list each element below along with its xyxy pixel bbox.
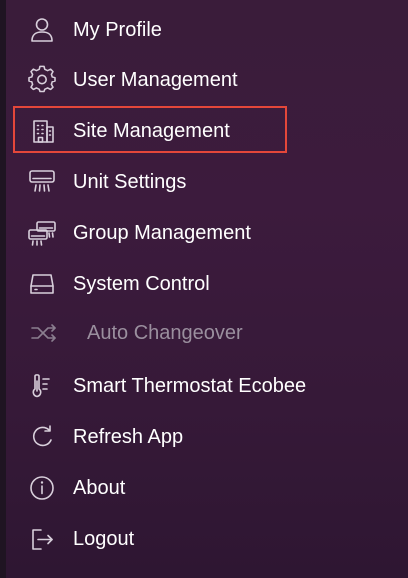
menu-item-label: My Profile bbox=[73, 19, 162, 41]
menu-item-label: Smart Thermostat Ecobee bbox=[73, 375, 307, 397]
menu-item-label: About bbox=[73, 477, 126, 499]
info-icon bbox=[28, 475, 56, 501]
menu-item-group-management[interactable]: Group Management bbox=[6, 211, 408, 255]
menu-item-unit-settings[interactable]: Unit Settings bbox=[6, 160, 408, 204]
menu-item-logout[interactable]: Logout bbox=[6, 517, 408, 561]
menu-item-user-management[interactable]: User Management bbox=[6, 58, 408, 102]
group-units-icon bbox=[28, 220, 56, 246]
menu-item-my-profile[interactable]: My Profile bbox=[6, 8, 408, 52]
menu-item-label: Auto Changeover bbox=[87, 322, 243, 344]
menu-item-label: Refresh App bbox=[73, 426, 184, 448]
menu-item-auto-changeover[interactable]: Auto Changeover bbox=[6, 311, 408, 355]
menu-item-label: Unit Settings bbox=[73, 171, 187, 193]
hard-drive-icon bbox=[28, 271, 56, 297]
thermometer-icon bbox=[28, 373, 56, 399]
building-icon bbox=[28, 118, 56, 144]
menu-item-label: Logout bbox=[73, 528, 135, 550]
refresh-icon bbox=[28, 424, 56, 450]
app-screen: My Profile User Management Site Manageme… bbox=[0, 0, 408, 578]
menu-item-label: Site Management bbox=[73, 120, 230, 142]
menu-item-label: System Control bbox=[73, 273, 210, 295]
shuffle-icon bbox=[30, 320, 58, 346]
menu-item-label: User Management bbox=[73, 69, 238, 91]
menu-item-refresh-app[interactable]: Refresh App bbox=[6, 415, 408, 459]
menu-item-system-control[interactable]: System Control bbox=[6, 262, 408, 306]
gear-icon bbox=[28, 65, 56, 93]
menu-item-site-management[interactable]: Site Management bbox=[6, 109, 408, 153]
menu-item-smart-thermostat-ecobee[interactable]: Smart Thermostat Ecobee bbox=[6, 364, 408, 408]
menu-item-label: Group Management bbox=[73, 222, 251, 244]
side-menu: My Profile User Management Site Manageme… bbox=[6, 0, 408, 578]
person-icon bbox=[28, 17, 56, 43]
air-conditioner-icon bbox=[28, 169, 56, 195]
logout-icon bbox=[28, 526, 56, 552]
menu-item-about[interactable]: About bbox=[6, 466, 408, 510]
